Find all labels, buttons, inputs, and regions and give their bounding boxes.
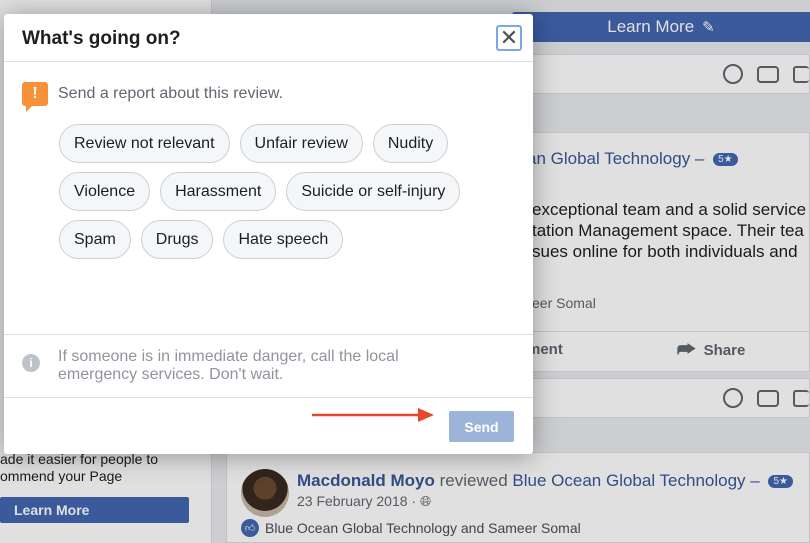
info-icon: i xyxy=(22,354,40,372)
option-violence[interactable]: Violence xyxy=(59,172,151,211)
footer-divider xyxy=(4,397,533,398)
option-review-not-relevant[interactable]: Review not relevant xyxy=(59,124,230,163)
option-hate-speech[interactable]: Hate speech xyxy=(223,220,344,259)
danger-notice: i If someone is in immediate danger, cal… xyxy=(22,348,458,384)
option-unfair-review[interactable]: Unfair review xyxy=(239,124,363,163)
report-options: Review not relevant Unfair review Nudity… xyxy=(59,124,499,259)
dialog-header: What's going on? ✕ xyxy=(4,14,533,62)
danger-text: If someone is in immediate danger, call … xyxy=(58,348,399,383)
divider xyxy=(4,334,533,335)
option-nudity[interactable]: Nudity xyxy=(372,124,449,163)
option-spam[interactable]: Spam xyxy=(59,220,131,259)
option-harassment[interactable]: Harassment xyxy=(160,172,277,211)
annotation-arrow-icon xyxy=(312,408,434,422)
close-button[interactable]: ✕ xyxy=(496,25,522,51)
report-text: Send a report about this review. xyxy=(58,85,284,102)
dialog-title: What's going on? xyxy=(22,28,181,49)
report-icon: ! xyxy=(22,82,48,112)
close-icon: ✕ xyxy=(499,25,519,50)
send-button[interactable]: Send xyxy=(449,411,514,442)
report-line: ! Send a report about this review. xyxy=(22,82,284,112)
option-suicide-or-self-injury[interactable]: Suicide or self-injury xyxy=(286,172,461,211)
report-dialog: What's going on? ✕ ! Send a report about… xyxy=(4,14,533,454)
option-drugs[interactable]: Drugs xyxy=(140,220,214,259)
